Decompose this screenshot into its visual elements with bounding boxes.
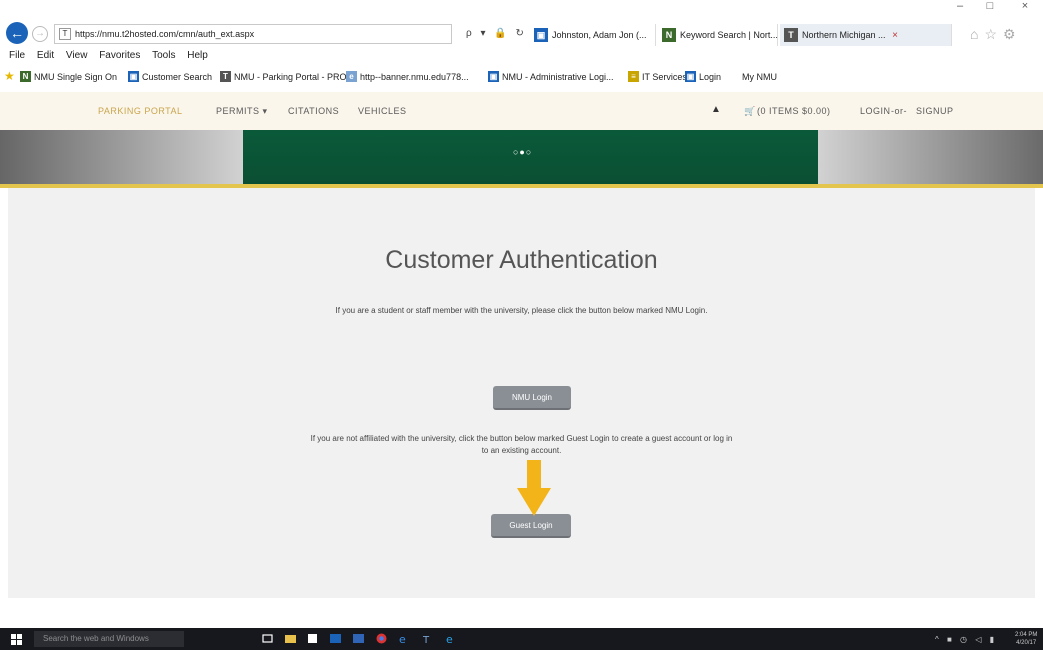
contact-icon: ▣: [128, 71, 139, 82]
forward-icon[interactable]: →: [32, 26, 48, 42]
outlook-icon[interactable]: [330, 633, 341, 644]
windows-start-icon[interactable]: [11, 634, 22, 645]
guest-instructions-2: to an existing account.: [481, 446, 562, 455]
tab-label: Northern Michigan ...: [802, 30, 886, 40]
edge-icon[interactable]: e: [399, 633, 410, 644]
site-favicon: T: [59, 28, 71, 40]
it-icon: ≡: [628, 71, 639, 82]
contact-icon: ▣: [685, 71, 696, 82]
menu-edit[interactable]: Edit: [37, 48, 54, 64]
taskbar: Search the web and Windows e T e ^ ■ ◷ ◁…: [0, 628, 1043, 650]
address-tools[interactable]: ρ ▾ 🔒 ↻: [466, 28, 527, 39]
taskbar-search-input[interactable]: Search the web and Windows: [34, 631, 184, 647]
store-icon[interactable]: [307, 633, 318, 644]
contact-icon: ▣: [534, 28, 548, 42]
fav-admin-login[interactable]: ▣ NMU - Administrative Logi...: [488, 70, 614, 84]
nmu-icon: N: [662, 28, 676, 42]
svg-text:e: e: [446, 633, 453, 644]
menu-file[interactable]: File: [9, 48, 25, 64]
contact-icon: ▣: [488, 71, 499, 82]
svg-text:e: e: [399, 633, 406, 644]
tab-label: Keyword Search | Nort...: [680, 30, 778, 40]
back-icon[interactable]: ←: [6, 22, 28, 44]
favorites-bar: ★ N NMU Single Sign On ▣ Customer Search T…: [0, 66, 1043, 88]
nav-permits[interactable]: PERMITS ▾: [216, 106, 268, 117]
fav-banner[interactable]: e http--banner.nmu.edu778...: [346, 70, 469, 84]
page-icon: T: [784, 28, 798, 42]
maximize-button[interactable]: □: [980, 0, 1000, 12]
menu-tools[interactable]: Tools: [152, 48, 175, 64]
cart-icon[interactable]: 🛒: [744, 106, 756, 117]
nmu-icon: N: [20, 71, 31, 82]
taskbar-clock[interactable]: 2:04 PM 4/20/17: [1015, 631, 1037, 647]
home-star-gear-icons[interactable]: ⌂☆⚙: [970, 26, 1022, 43]
file-explorer-icon[interactable]: [285, 633, 296, 644]
guest-login-button[interactable]: Guest Login: [491, 514, 571, 538]
page-icon: T: [220, 71, 231, 82]
close-button[interactable]: ×: [1015, 0, 1035, 12]
tab-johnston[interactable]: ▣ Johnston, Adam Jon (...: [530, 24, 656, 46]
svg-text:T: T: [422, 635, 430, 644]
tab-label: Johnston, Adam Jon (...: [552, 30, 647, 40]
nav-vehicles[interactable]: VEHICLES: [358, 106, 407, 116]
url-text: https://nmu.t2hosted.com/cmn/auth_ext.as…: [75, 29, 255, 39]
fav-it-services[interactable]: ≡ IT Services: [628, 70, 687, 84]
banner-slide: ○●○: [243, 130, 818, 184]
arrow-down-icon: [517, 460, 551, 516]
fav-my-nmu[interactable]: My NMU: [728, 70, 777, 84]
page-icon: e: [346, 71, 357, 82]
menu-bar: File Edit View Favorites Tools Help: [0, 48, 1043, 64]
fav-login[interactable]: ▣ Login: [685, 70, 721, 84]
guest-instructions-1: If you are not affiliated with the unive…: [310, 434, 733, 443]
carousel-dots[interactable]: ○●○: [513, 147, 532, 157]
clock-time: 2:04 PM: [1015, 632, 1038, 638]
system-tray[interactable]: ^ ■ ◷ ◁ ▮: [935, 635, 997, 644]
student-instructions: If you are a student or staff member wit…: [335, 306, 708, 315]
clock-date: 4/20/17: [1016, 640, 1037, 646]
fav-parking-portal[interactable]: T NMU - Parking Portal - PRO...: [220, 70, 354, 84]
menu-favorites[interactable]: Favorites: [99, 48, 140, 64]
menu-view[interactable]: View: [66, 48, 88, 64]
browser-toolbar: ← → T https://nmu.t2hosted.com/cmn/auth_…: [0, 14, 1043, 48]
tab-keyword-search[interactable]: N Keyword Search | Nort...: [658, 24, 778, 46]
pinned-site-icon[interactable]: T: [422, 633, 433, 644]
task-view-icon[interactable]: [262, 633, 273, 644]
nav-brand[interactable]: PARKING PORTAL: [98, 106, 183, 116]
nav-login[interactable]: LOGIN: [860, 106, 891, 116]
hero-banner: ○●○: [0, 130, 1043, 184]
page-title: Customer Authentication: [385, 246, 658, 274]
star-icon[interactable]: ★: [4, 69, 15, 83]
auth-panel: Customer Authentication If you are a stu…: [8, 188, 1035, 598]
nav-citations[interactable]: CITATIONS: [288, 106, 339, 116]
fav-customer-search[interactable]: ▣ Customer Search: [128, 70, 212, 84]
minimize-button[interactable]: –: [950, 0, 970, 12]
tab-close-icon[interactable]: ×: [892, 30, 898, 41]
nmu-login-button[interactable]: NMU Login: [493, 386, 571, 410]
nav-cart[interactable]: (0 ITEMS $0.00): [757, 106, 831, 116]
nav-signup[interactable]: SIGNUP: [916, 106, 954, 116]
tab-northern-michigan[interactable]: T Northern Michigan ... ×: [780, 24, 952, 46]
window-title-bar: – □ ×: [0, 0, 1043, 14]
word-icon[interactable]: [353, 633, 364, 644]
address-bar[interactable]: T https://nmu.t2hosted.com/cmn/auth_ext.…: [54, 24, 452, 44]
nav-or: -or-: [891, 106, 907, 116]
fav-nmu-sso[interactable]: N NMU Single Sign On: [20, 70, 117, 84]
internet-explorer-icon[interactable]: e: [446, 633, 457, 644]
menu-help[interactable]: Help: [187, 48, 208, 64]
site-navbar: PARKING PORTAL PERMITS ▾ CITATIONS VEHIC…: [0, 92, 1043, 130]
bell-icon[interactable]: ▲: [711, 104, 721, 115]
chrome-icon[interactable]: [376, 633, 387, 644]
